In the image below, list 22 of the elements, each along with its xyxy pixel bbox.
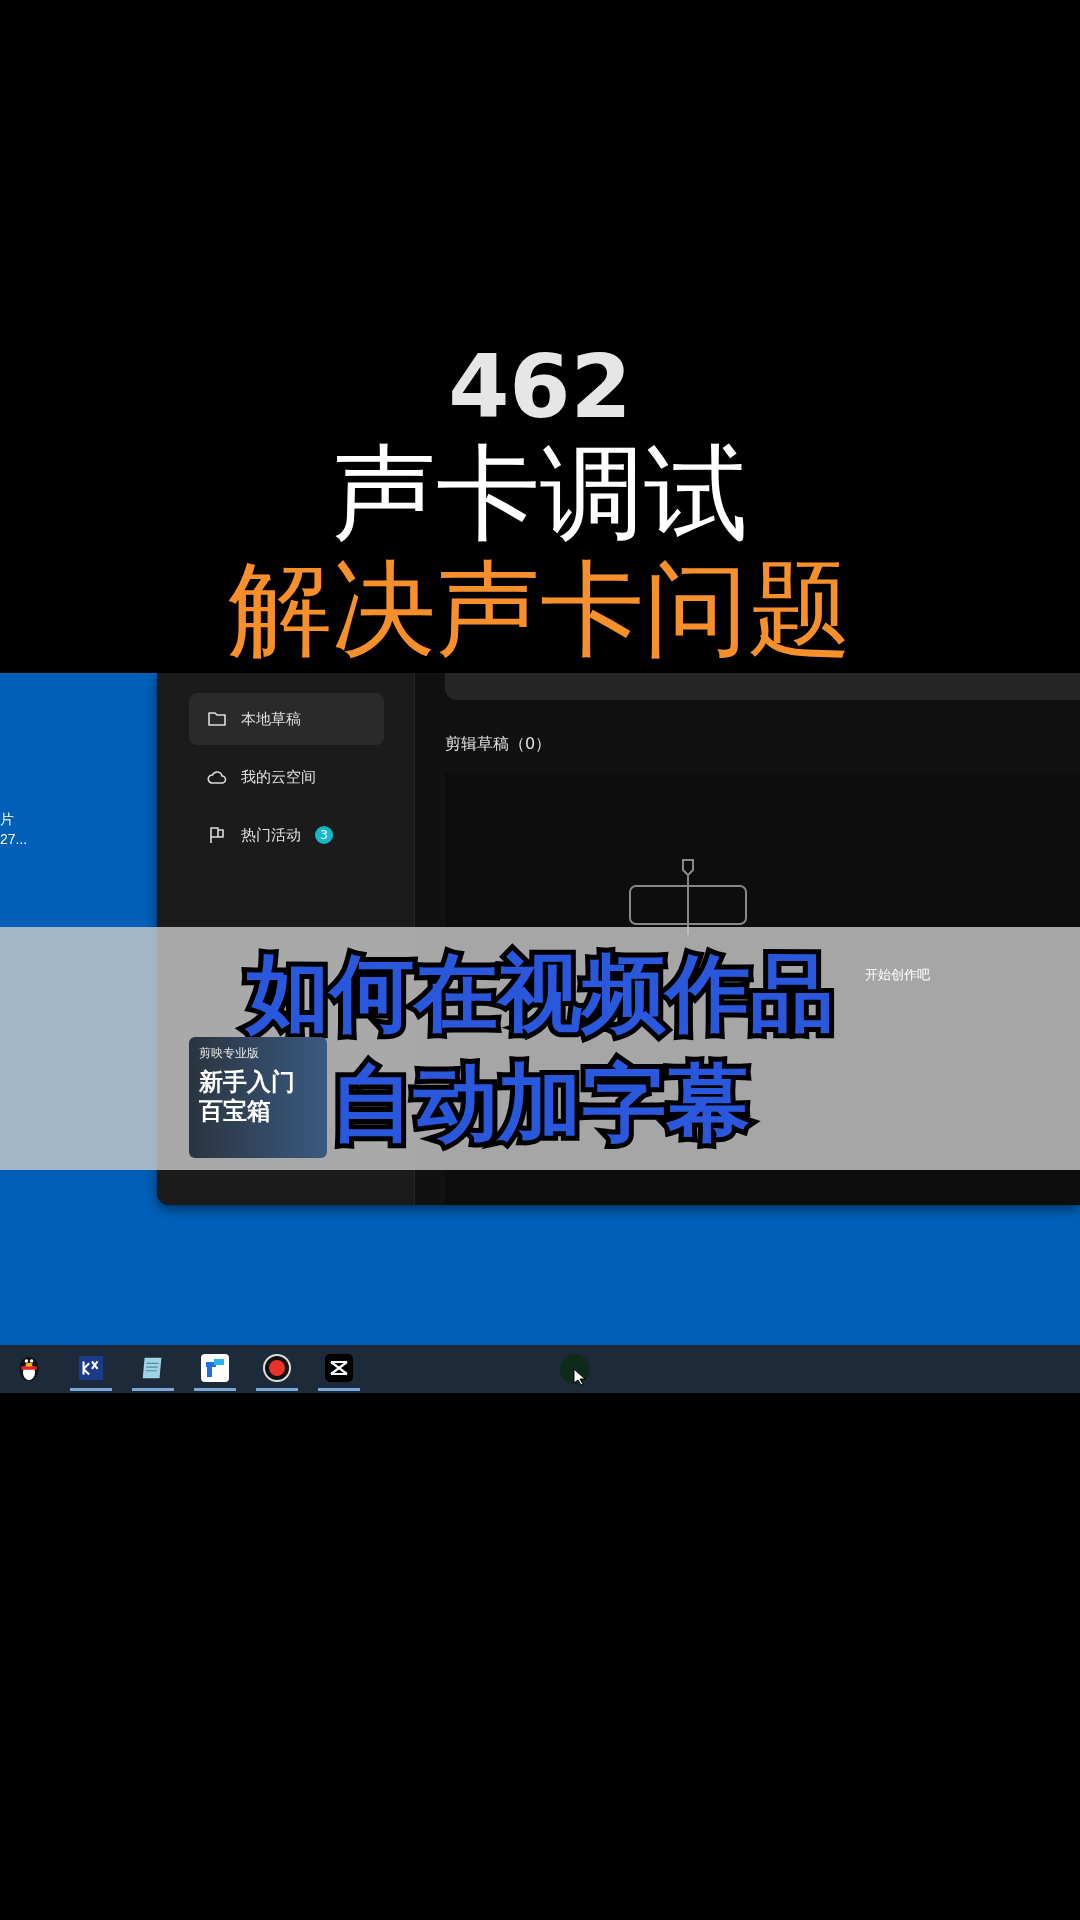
count-badge: 3 <box>315 826 333 844</box>
flag-icon <box>207 825 227 845</box>
banner-title: 百宝箱 <box>199 1096 271 1126</box>
video-subtitle: 解决声卡问题 <box>228 550 852 667</box>
app-tile-icon <box>200 1352 230 1383</box>
sidebar-item[interactable]: 我的云空间 <box>189 751 384 803</box>
promo-banner[interactable]: 剪映专业版 新手入门 百宝箱 <box>189 1037 327 1158</box>
desktop-icon-label[interactable]: 片 <box>0 809 14 829</box>
cursor-icon <box>573 1368 585 1386</box>
desktop-icon-label[interactable]: 27... <box>0 829 28 849</box>
sidebar-item[interactable]: 热门活动 3 <box>189 809 384 861</box>
kx-app-icon <box>77 1353 105 1382</box>
banner-title: 新手入门 <box>199 1068 295 1097</box>
video-title: 声卡调试 <box>332 436 748 551</box>
record-icon <box>262 1352 292 1383</box>
folder-icon <box>207 709 227 729</box>
capcut-icon <box>324 1352 354 1383</box>
episode-number: 462 <box>448 339 632 437</box>
empty-hint: 开始创作吧 <box>865 966 930 984</box>
section-title: 剪辑草稿（0） <box>445 734 553 755</box>
sidebar-item[interactable]: 本地草稿 <box>189 693 384 745</box>
banner-brand: 剪映专业版 <box>199 1045 259 1062</box>
